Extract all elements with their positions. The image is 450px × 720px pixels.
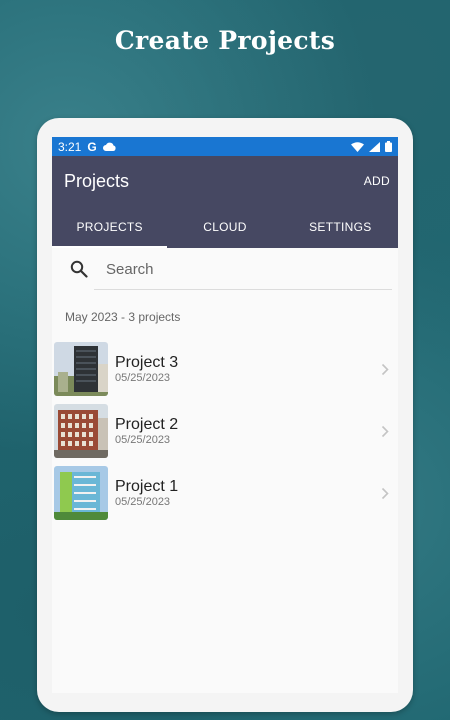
wifi-icon xyxy=(351,141,364,152)
tab-settings[interactable]: SETTINGS xyxy=(283,206,398,248)
search-input[interactable] xyxy=(106,260,398,278)
search-underline xyxy=(94,289,392,290)
chevron-right-icon xyxy=(374,487,396,500)
project-row-1[interactable]: Project 1 05/25/2023 xyxy=(52,462,398,524)
status-time: 3:21 xyxy=(58,139,82,154)
project-name: Project 1 xyxy=(115,477,179,495)
tablet-frame: 3:21 G Projects ADD PROJECTS CLOUD SETTI… xyxy=(37,118,413,712)
battery-icon xyxy=(385,141,392,152)
signal-icon xyxy=(369,141,380,152)
tab-cloud-label: CLOUD xyxy=(203,220,247,234)
app-title: Projects xyxy=(64,170,130,191)
cloud-icon xyxy=(102,140,116,154)
section-header: May 2023 - 3 projects xyxy=(65,310,181,324)
search-bar xyxy=(52,248,398,290)
project-row-2[interactable]: Project 2 05/25/2023 xyxy=(52,400,398,462)
tab-cloud[interactable]: CLOUD xyxy=(167,206,282,248)
project-list: Project 3 05/25/2023 Project 2 05/25/202… xyxy=(52,338,398,524)
project-thumbnail xyxy=(54,342,108,396)
tab-projects-label: PROJECTS xyxy=(76,220,143,234)
project-row-3[interactable]: Project 3 05/25/2023 xyxy=(52,338,398,400)
project-date: 05/25/2023 xyxy=(115,371,171,384)
project-thumbnail xyxy=(54,404,108,458)
project-name: Project 3 xyxy=(115,353,179,371)
google-icon: G xyxy=(87,139,97,154)
status-bar: 3:21 G xyxy=(52,137,398,156)
app-screen: 3:21 G Projects ADD PROJECTS CLOUD SETTI… xyxy=(52,137,398,693)
promo-headline: Create Projects xyxy=(114,26,336,55)
tab-projects[interactable]: PROJECTS xyxy=(52,206,168,248)
chevron-right-icon xyxy=(374,363,396,376)
tab-settings-label: SETTINGS xyxy=(309,220,372,234)
add-button[interactable]: ADD xyxy=(364,174,390,188)
app-bar: Projects ADD xyxy=(52,156,398,206)
project-date: 05/25/2023 xyxy=(115,495,171,508)
tab-bar: PROJECTS CLOUD SETTINGS xyxy=(52,206,398,248)
project-date: 05/25/2023 xyxy=(115,433,171,446)
search-icon[interactable] xyxy=(52,260,106,278)
project-thumbnail xyxy=(54,466,108,520)
project-name: Project 2 xyxy=(115,415,179,433)
chevron-right-icon xyxy=(374,425,396,438)
